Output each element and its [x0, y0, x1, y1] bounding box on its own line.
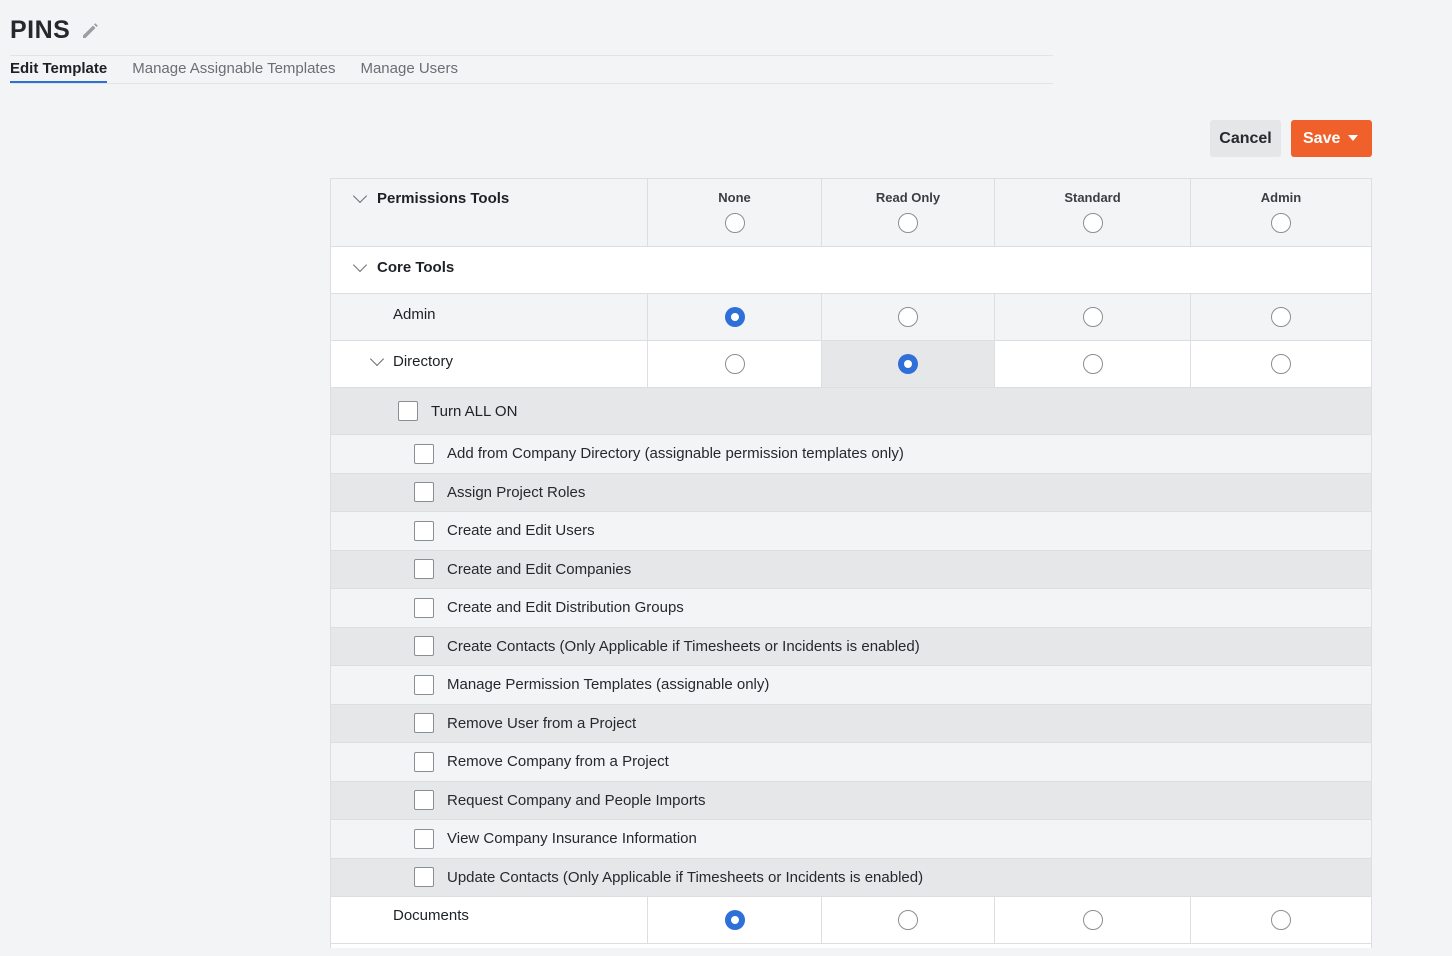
- permission-checkbox[interactable]: [414, 751, 434, 772]
- select-all-standard-radio[interactable]: [1082, 213, 1103, 233]
- column-none: None: [647, 179, 821, 246]
- permissions-table: Permissions Tools None Read Only Standar…: [330, 178, 1372, 948]
- directory-standard-radio[interactable]: [1082, 354, 1103, 374]
- save-button[interactable]: Save: [1291, 120, 1372, 157]
- directory-none-radio[interactable]: [724, 354, 745, 374]
- permission-label: Assign Project Roles: [447, 483, 586, 501]
- select-all-none-radio[interactable]: [724, 213, 745, 233]
- permission-checkbox[interactable]: [414, 713, 434, 734]
- permission-row: Remove User from a Project: [331, 704, 1371, 743]
- column-admin: Admin: [1190, 179, 1371, 246]
- permission-label: Create Contacts (Only Applicable if Time…: [447, 637, 920, 655]
- column-read-only: Read Only: [821, 179, 994, 246]
- turn-all-on-row: Turn ALL ON: [331, 388, 1371, 435]
- permission-checkbox[interactable]: [414, 520, 434, 541]
- permission-row: Add from Company Directory (assignable p…: [331, 435, 1371, 474]
- permission-checkbox[interactable]: [414, 828, 434, 849]
- permissions-tools-header: Permissions Tools: [377, 190, 510, 207]
- permission-label: Request Company and People Imports: [447, 791, 706, 809]
- permission-checkbox[interactable]: [414, 482, 434, 503]
- permission-label: Create and Edit Distribution Groups: [447, 599, 684, 617]
- column-header: Admin: [1260, 190, 1302, 205]
- permission-label: Manage Permission Templates (assignable …: [447, 676, 770, 694]
- header-divider: [10, 55, 1053, 56]
- tool-label: Documents: [393, 907, 469, 924]
- tool-label: Admin: [393, 306, 436, 323]
- tab-manage-users[interactable]: Manage Users: [360, 60, 458, 84]
- tool-row-admin: Admin: [331, 294, 1371, 341]
- permission-row: Remove Company from a Project: [331, 743, 1371, 782]
- permission-label: Create and Edit Users: [447, 522, 595, 540]
- tool-label: Directory: [393, 353, 454, 370]
- tab-bar: Edit Template Manage Assignable Template…: [10, 60, 483, 84]
- column-header: Standard: [1064, 190, 1121, 205]
- permission-row: Create and Edit Companies: [331, 550, 1371, 589]
- caret-down-icon[interactable]: [1348, 135, 1358, 141]
- save-button-label: Save: [1303, 129, 1341, 147]
- tab-manage-assignable-templates[interactable]: Manage Assignable Templates: [132, 60, 335, 84]
- permission-row: Create Contacts (Only Applicable if Time…: [331, 627, 1371, 666]
- select-all-read-only-radio[interactable]: [898, 213, 918, 233]
- section-title: Core Tools: [377, 259, 455, 276]
- permission-row: Assign Project Roles: [331, 473, 1371, 512]
- permission-label: Create and Edit Companies: [447, 560, 632, 578]
- column-header: Read Only: [875, 190, 941, 205]
- page-header: PINS Edit Template Manage Assignable Tem…: [10, 12, 1053, 84]
- admin-standard-radio[interactable]: [1082, 307, 1103, 327]
- documents-read-only-radio[interactable]: [898, 910, 918, 930]
- admin-admin-radio[interactable]: [1271, 307, 1291, 327]
- chevron-down-icon[interactable]: [369, 351, 385, 370]
- permission-row: Manage Permission Templates (assignable …: [331, 666, 1371, 705]
- permission-label: Remove Company from a Project: [447, 753, 669, 771]
- directory-admin-radio[interactable]: [1271, 354, 1291, 374]
- admin-none-radio[interactable]: [724, 307, 745, 327]
- permission-checkbox[interactable]: [414, 867, 434, 888]
- column-header: None: [718, 190, 751, 205]
- documents-standard-radio[interactable]: [1082, 910, 1103, 930]
- permission-label: View Company Insurance Information: [447, 830, 697, 848]
- permission-checkbox[interactable]: [414, 597, 434, 618]
- permission-label: Update Contacts (Only Applicable if Time…: [447, 868, 924, 886]
- section-core-tools: Core Tools: [331, 247, 1371, 294]
- permission-row: Request Company and People Imports: [331, 781, 1371, 820]
- permission-row: View Company Insurance Information: [331, 820, 1371, 859]
- turn-all-on-label: Turn ALL ON: [431, 402, 518, 420]
- directory-read-only-radio[interactable]: [898, 354, 918, 374]
- pencil-icon[interactable]: [80, 20, 100, 40]
- permission-checkbox[interactable]: [414, 559, 434, 580]
- permission-checkbox[interactable]: [414, 790, 434, 811]
- permission-label: Remove User from a Project: [447, 714, 637, 732]
- tabs-divider: [10, 83, 1053, 84]
- permission-label: Add from Company Directory (assignable p…: [447, 445, 904, 463]
- chevron-down-icon[interactable]: [352, 257, 368, 276]
- documents-admin-radio[interactable]: [1271, 910, 1291, 930]
- documents-none-radio[interactable]: [724, 910, 745, 930]
- tool-row-directory: Directory: [331, 341, 1371, 388]
- permission-row: Update Contacts (Only Applicable if Time…: [331, 858, 1371, 897]
- column-standard: Standard: [994, 179, 1190, 246]
- cancel-button[interactable]: Cancel: [1210, 120, 1281, 157]
- table-header-row: Permissions Tools None Read Only Standar…: [331, 179, 1371, 247]
- permission-row: Create and Edit Distribution Groups: [331, 589, 1371, 628]
- tab-edit-template[interactable]: Edit Template: [10, 60, 108, 84]
- page-title: PINS: [10, 15, 71, 44]
- tool-row-documents: Documents: [331, 897, 1371, 944]
- chevron-down-icon[interactable]: [352, 188, 368, 207]
- permission-row: Create and Edit Users: [331, 512, 1371, 551]
- admin-read-only-radio[interactable]: [898, 307, 918, 327]
- turn-all-on-checkbox[interactable]: [398, 401, 418, 421]
- permission-checkbox[interactable]: [414, 674, 434, 695]
- permission-checkbox[interactable]: [414, 636, 434, 657]
- select-all-admin-radio[interactable]: [1271, 213, 1291, 233]
- permission-checkbox[interactable]: [414, 443, 434, 464]
